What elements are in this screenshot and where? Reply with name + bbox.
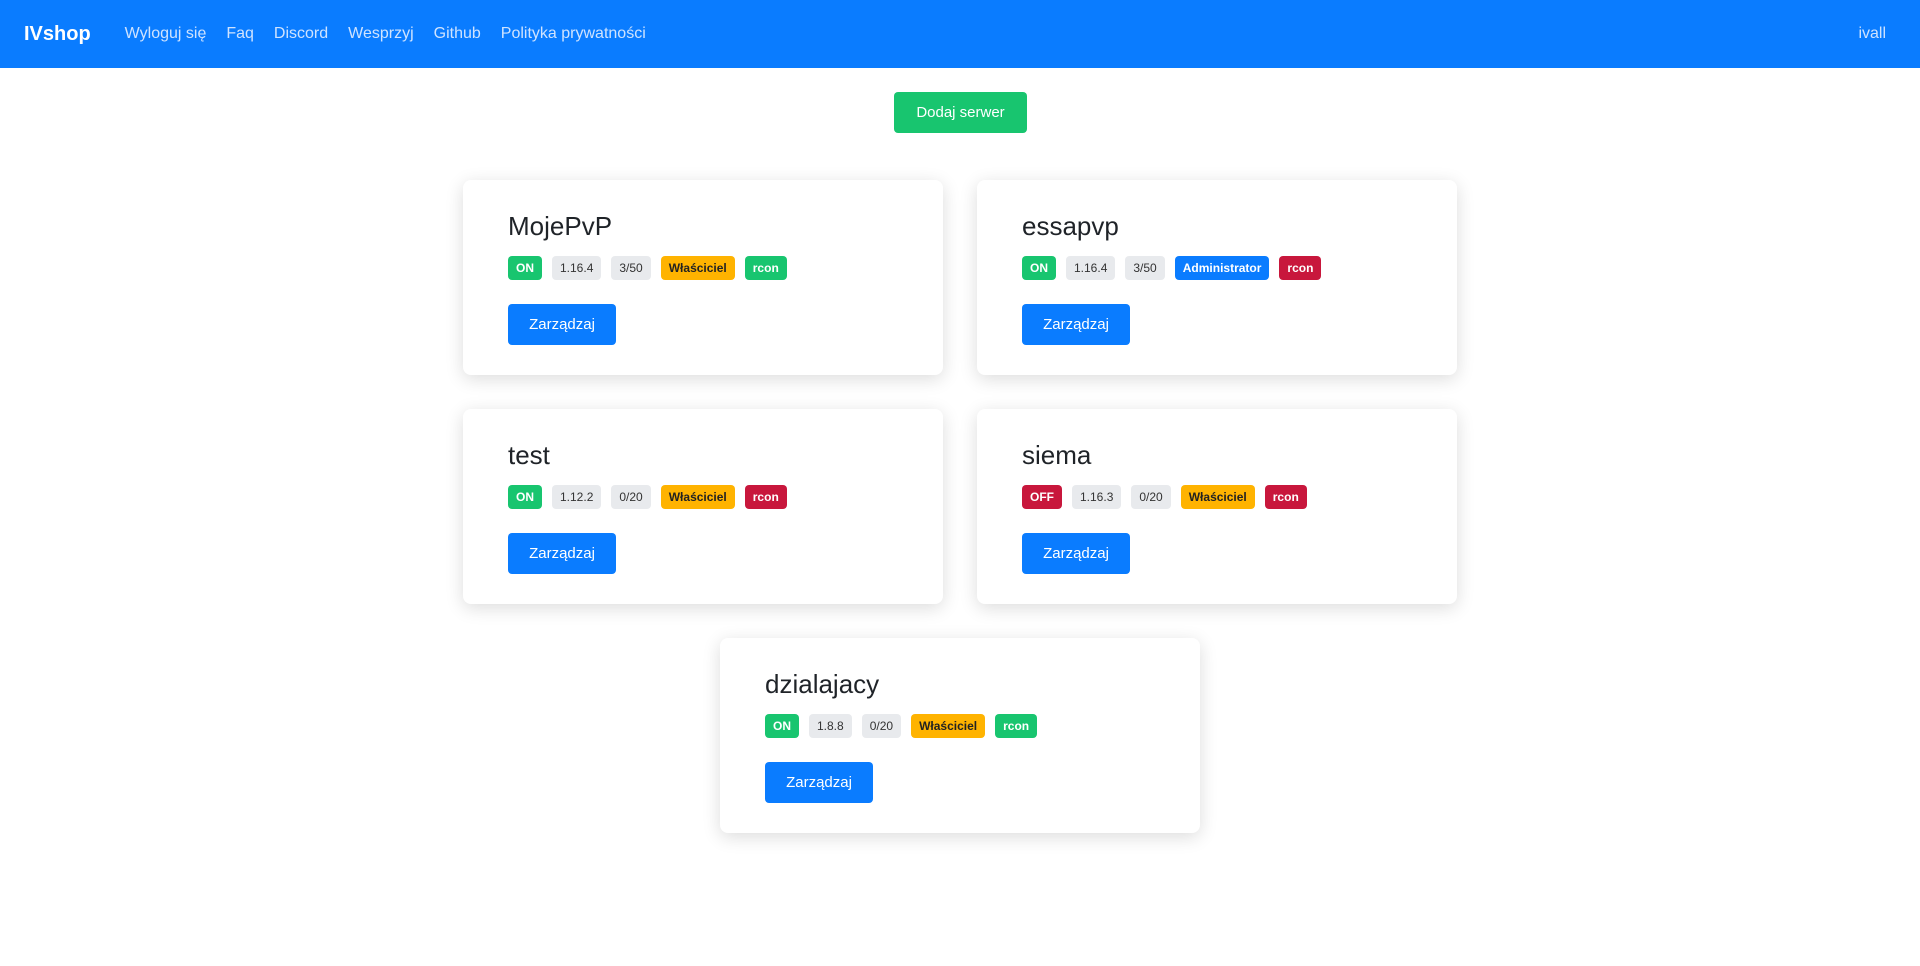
version-badge: 1.8.8	[809, 714, 852, 738]
server-card-essapvp: essapvp ON 1.16.4 3/50 Administrator rco…	[977, 180, 1457, 375]
players-badge: 3/50	[611, 256, 651, 280]
server-card-test: test ON 1.12.2 0/20 Właściciel rcon Zarz…	[463, 409, 943, 604]
nav-link-logout[interactable]: Wyloguj się	[125, 25, 207, 43]
nav-link-privacy-policy[interactable]: Polityka prywatności	[501, 25, 646, 43]
rcon-badge: rcon	[744, 485, 787, 509]
manage-button[interactable]: Zarządzaj	[1022, 304, 1130, 345]
server-name: siema	[1022, 440, 1092, 470]
top-navbar: IVshop Wyloguj się Faq Discord Wesprzyj …	[0, 0, 1920, 68]
version-badge: 1.16.3	[1072, 485, 1122, 509]
server-card-siema: siema OFF 1.16.3 0/20 Właściciel rcon Za…	[977, 409, 1457, 604]
players-badge: 3/50	[1125, 256, 1165, 280]
role-badge: Administrator	[1174, 256, 1270, 280]
nav-link-support[interactable]: Wesprzyj	[348, 25, 414, 43]
status-badge: OFF	[1022, 485, 1062, 509]
version-badge: 1.12.2	[552, 485, 602, 509]
version-badge: 1.16.4	[1066, 256, 1116, 280]
brand-link[interactable]: IVshop	[24, 23, 91, 46]
manage-button[interactable]: Zarządzaj	[765, 762, 873, 803]
role-badge: Właściciel	[660, 485, 735, 509]
server-name: essapvp	[1022, 211, 1119, 241]
server-card-mojepvp: MojePvP ON 1.16.4 3/50 Właściciel rcon Z…	[463, 180, 943, 375]
role-badge: Właściciel	[660, 256, 735, 280]
server-badges: OFF 1.16.3 0/20 Właściciel rcon	[1022, 485, 1412, 509]
status-badge: ON	[508, 256, 542, 280]
server-badges: ON 1.12.2 0/20 Właściciel rcon	[508, 485, 898, 509]
server-card-dzialajacy: dzialajacy ON 1.8.8 0/20 Właściciel rcon…	[720, 638, 1200, 833]
status-badge: ON	[1022, 256, 1056, 280]
players-badge: 0/20	[861, 714, 902, 738]
role-badge: Właściciel	[1180, 485, 1255, 509]
add-server-button[interactable]: Dodaj serwer	[894, 92, 1027, 133]
server-badges: ON 1.16.4 3/50 Administrator rcon	[1022, 256, 1412, 280]
server-name: dzialajacy	[765, 669, 880, 699]
user-name-link[interactable]: ivall	[1858, 25, 1886, 43]
status-badge: ON	[765, 714, 799, 738]
rcon-badge: rcon	[744, 256, 787, 280]
nav-link-discord[interactable]: Discord	[274, 25, 328, 43]
nav-link-faq[interactable]: Faq	[226, 25, 254, 43]
rcon-badge: rcon	[1264, 485, 1307, 509]
version-badge: 1.16.4	[552, 256, 602, 280]
manage-button[interactable]: Zarządzaj	[1022, 533, 1130, 574]
rcon-badge: rcon	[1279, 256, 1322, 280]
nav-links: Wyloguj się Faq Discord Wesprzyj Github …	[125, 25, 646, 43]
status-badge: ON	[508, 485, 542, 509]
server-badges: ON 1.16.4 3/50 Właściciel rcon	[508, 256, 898, 280]
players-badge: 0/20	[611, 485, 651, 509]
players-badge: 0/20	[1131, 485, 1171, 509]
role-badge: Właściciel	[911, 714, 986, 738]
rcon-badge: rcon	[995, 714, 1038, 738]
nav-link-github[interactable]: Github	[434, 25, 481, 43]
manage-button[interactable]: Zarządzaj	[508, 304, 616, 345]
manage-button[interactable]: Zarządzaj	[508, 533, 616, 574]
server-name: test	[508, 440, 550, 470]
server-name: MojePvP	[508, 211, 613, 241]
server-badges: ON 1.8.8 0/20 Właściciel rcon	[765, 714, 1155, 738]
